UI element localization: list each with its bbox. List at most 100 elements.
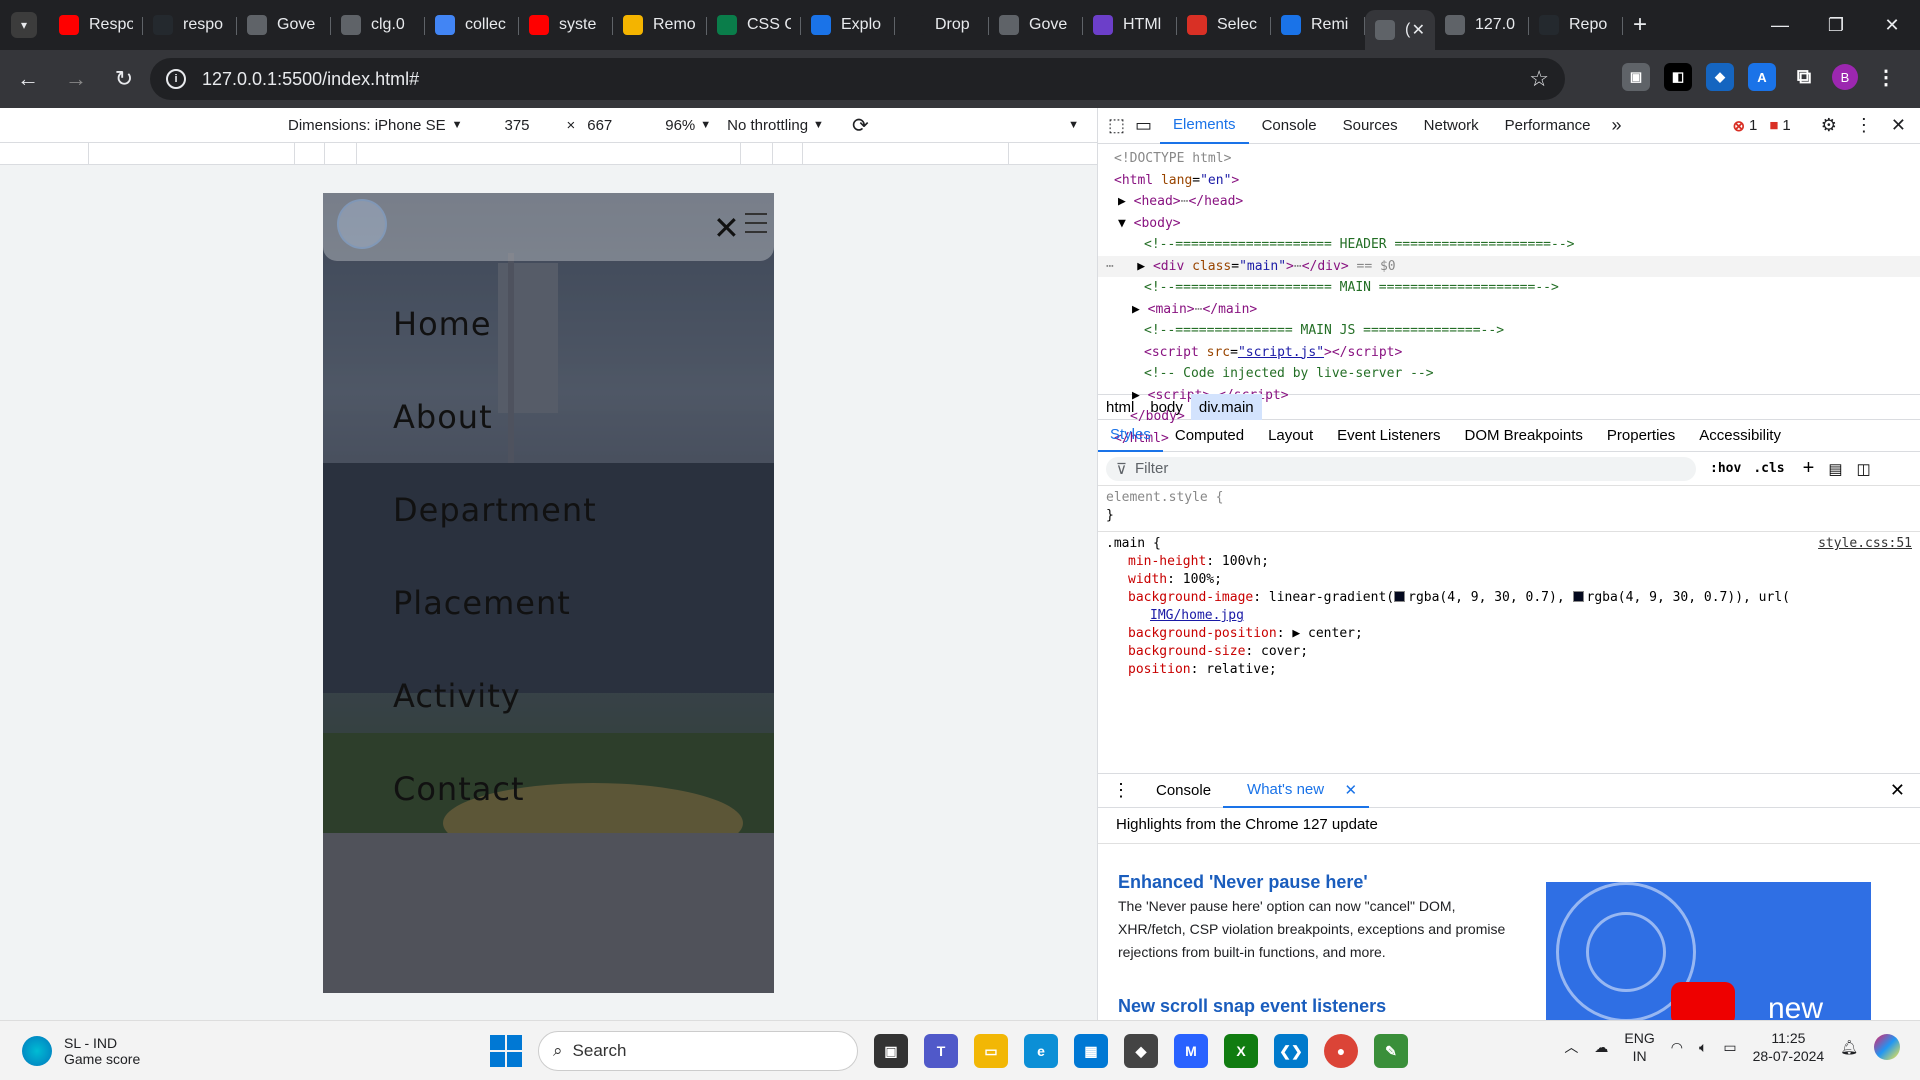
rotate-icon[interactable]: ⟳ [852, 113, 869, 138]
browser-tab[interactable]: respo [143, 8, 237, 42]
reload-button[interactable]: ↻ [104, 66, 144, 92]
zoom-select[interactable]: 96% [665, 117, 695, 134]
highlight-title[interactable]: New scroll snap event listeners [1118, 996, 1386, 1017]
edge-icon[interactable]: e [1024, 1034, 1058, 1068]
network-off-icon[interactable]: ☁ [1594, 1039, 1608, 1056]
menu-kebab-icon[interactable]: ⋮ [1872, 63, 1900, 91]
devtools-tab-network[interactable]: Network [1411, 108, 1492, 144]
browser-tab[interactable]: syste [519, 8, 613, 42]
drawer-tab-console[interactable]: Console [1144, 774, 1223, 808]
more-tabs-icon[interactable]: » [1604, 115, 1630, 136]
styles-pane[interactable]: element.style { } .main {style.css:51 mi… [1098, 486, 1920, 690]
volume-icon[interactable]: 🔈︎ [1699, 1039, 1707, 1056]
paint-icon[interactable]: ▤ [1828, 460, 1842, 478]
browser-tab[interactable]: CSS C [707, 8, 801, 42]
browser-tab[interactable]: 127.0 [1435, 8, 1529, 42]
restore-button[interactable]: ❐ [1808, 0, 1864, 50]
browser-tab[interactable]: Explo [801, 8, 895, 42]
inspect-element-icon[interactable]: ⬚ [1108, 115, 1125, 136]
battery-icon[interactable]: ▭ [1723, 1039, 1736, 1056]
site-info-icon[interactable]: i [166, 69, 186, 89]
address-bar[interactable]: i 127.0.0.1:5500/index.html# ☆ [150, 58, 1565, 100]
devtools-menu-icon[interactable]: ⋮ [1855, 115, 1873, 136]
app-icon[interactable]: M [1174, 1034, 1208, 1068]
weather-widget[interactable]: SL - IND Game score [22, 1035, 140, 1067]
drawer-menu-icon[interactable]: ⋮ [1098, 774, 1144, 808]
new-tab-button[interactable]: + [1633, 11, 1647, 39]
forward-button[interactable]: → [56, 66, 96, 92]
dom-tree[interactable]: <!DOCTYPE html> <html lang = "en" > ▶ <head… [1098, 144, 1920, 446]
nav-link-home[interactable]: Home [393, 305, 597, 398]
wifi-icon[interactable]: ◠ [1671, 1039, 1683, 1056]
rule-source-link[interactable]: style.css:51 [1818, 536, 1912, 551]
hamburger-icon[interactable] [745, 213, 767, 240]
device-select[interactable]: Dimensions: iPhone SE [288, 117, 446, 134]
height-field[interactable]: 667 [587, 117, 647, 134]
vscode-icon[interactable]: ❮❯ [1274, 1034, 1308, 1068]
subtab-accessibility[interactable]: Accessibility [1687, 420, 1793, 452]
nav-link-contact[interactable]: Contact [393, 770, 597, 863]
device-toggle-icon[interactable]: ▭ [1135, 115, 1152, 136]
browser-tab[interactable]: Respo [49, 8, 143, 42]
browser-tab[interactable]: Gove [237, 8, 331, 42]
more-options-icon[interactable]: ▼ [1068, 119, 1079, 131]
youtube-play-icon[interactable] [1671, 982, 1735, 1021]
close-devtools-icon[interactable]: ✕ [1891, 115, 1906, 136]
college-logo[interactable] [337, 199, 387, 249]
teams-icon[interactable]: T [924, 1034, 958, 1068]
nav-link-department[interactable]: Department [393, 491, 597, 584]
styles-filter-input[interactable]: ⊽ Filter [1106, 456, 1696, 481]
issues-icon[interactable]: ■ [1769, 117, 1778, 134]
store-icon[interactable]: ▦ [1074, 1034, 1108, 1068]
breadcrumb-item[interactable]: body [1142, 394, 1191, 420]
cls-toggle[interactable]: .cls [1753, 461, 1784, 476]
breadcrumb-item[interactable]: div.main [1190, 394, 1262, 420]
browser-tab[interactable]: collec [425, 8, 519, 42]
nav-link-about[interactable]: About [393, 398, 597, 491]
puzzle-icon[interactable]: ⧉ [1790, 63, 1818, 91]
throttling-select[interactable]: No throttling [727, 117, 808, 134]
devtools-tab-performance[interactable]: Performance [1492, 108, 1604, 144]
extension-icon[interactable]: A [1748, 63, 1776, 91]
file-explorer-icon[interactable]: ▭ [974, 1034, 1008, 1068]
tab-search-button[interactable]: ▾ [11, 12, 37, 38]
devtools-tab-sources[interactable]: Sources [1330, 108, 1411, 144]
error-count-icon[interactable]: ⊗ [1732, 117, 1745, 135]
browser-tab[interactable]: Selec [1177, 8, 1271, 42]
subtab-event-listeners[interactable]: Event Listeners [1325, 420, 1452, 452]
close-window-button[interactable]: ✕ [1864, 0, 1920, 50]
task-view-icon[interactable]: ▣ [874, 1034, 908, 1068]
active-tab[interactable]: (✕ [1365, 10, 1435, 50]
close-drawer-icon[interactable]: ✕ [1878, 774, 1917, 808]
subtab-layout[interactable]: Layout [1256, 420, 1325, 452]
clock[interactable]: 11:25 28-07-2024 [1753, 1029, 1825, 1065]
browser-tab[interactable]: Remi [1271, 8, 1365, 42]
subtab-styles[interactable]: Styles [1098, 420, 1163, 452]
start-icon[interactable] [490, 1035, 522, 1067]
browser-tab[interactable]: Drop [895, 8, 989, 42]
close-tab-icon[interactable]: ✕ [1412, 20, 1425, 40]
width-field[interactable]: 375 [504, 117, 564, 134]
devtools-tab-console[interactable]: Console [1249, 108, 1330, 144]
browser-tab[interactable]: HTMl [1083, 8, 1177, 42]
subtab-computed[interactable]: Computed [1163, 420, 1256, 452]
minimize-button[interactable]: — [1752, 0, 1808, 50]
nav-link-placement[interactable]: Placement [393, 584, 597, 677]
subtab-dom-breakpoints[interactable]: DOM Breakpoints [1453, 420, 1595, 452]
extension-icon[interactable]: ◧ [1664, 63, 1692, 91]
browser-tab[interactable]: Repo [1529, 8, 1623, 42]
notification-bell-icon[interactable]: 🔔︎ [1840, 1039, 1858, 1056]
whats-new-video[interactable]: new [1546, 882, 1871, 1021]
new-rule-icon[interactable]: + [1803, 457, 1815, 480]
subtab-properties[interactable]: Properties [1595, 420, 1687, 452]
sidebar-toggle-icon[interactable]: ◫ [1857, 460, 1871, 478]
drawer-tab-whats-new[interactable]: What's new ✕ [1223, 774, 1370, 808]
close-menu-icon[interactable]: ✕ [713, 209, 740, 247]
browser-tab[interactable]: Gove [989, 8, 1083, 42]
taskbar-search[interactable]: ⌕ Search [538, 1031, 858, 1071]
chevron-up-icon[interactable]: ︿ [1564, 1037, 1578, 1057]
profile-avatar[interactable]: B [1832, 64, 1858, 90]
app-icon[interactable]: ✎ [1374, 1034, 1408, 1068]
hov-toggle[interactable]: :hov [1710, 461, 1741, 476]
browser-tab[interactable]: clg.0 [331, 8, 425, 42]
